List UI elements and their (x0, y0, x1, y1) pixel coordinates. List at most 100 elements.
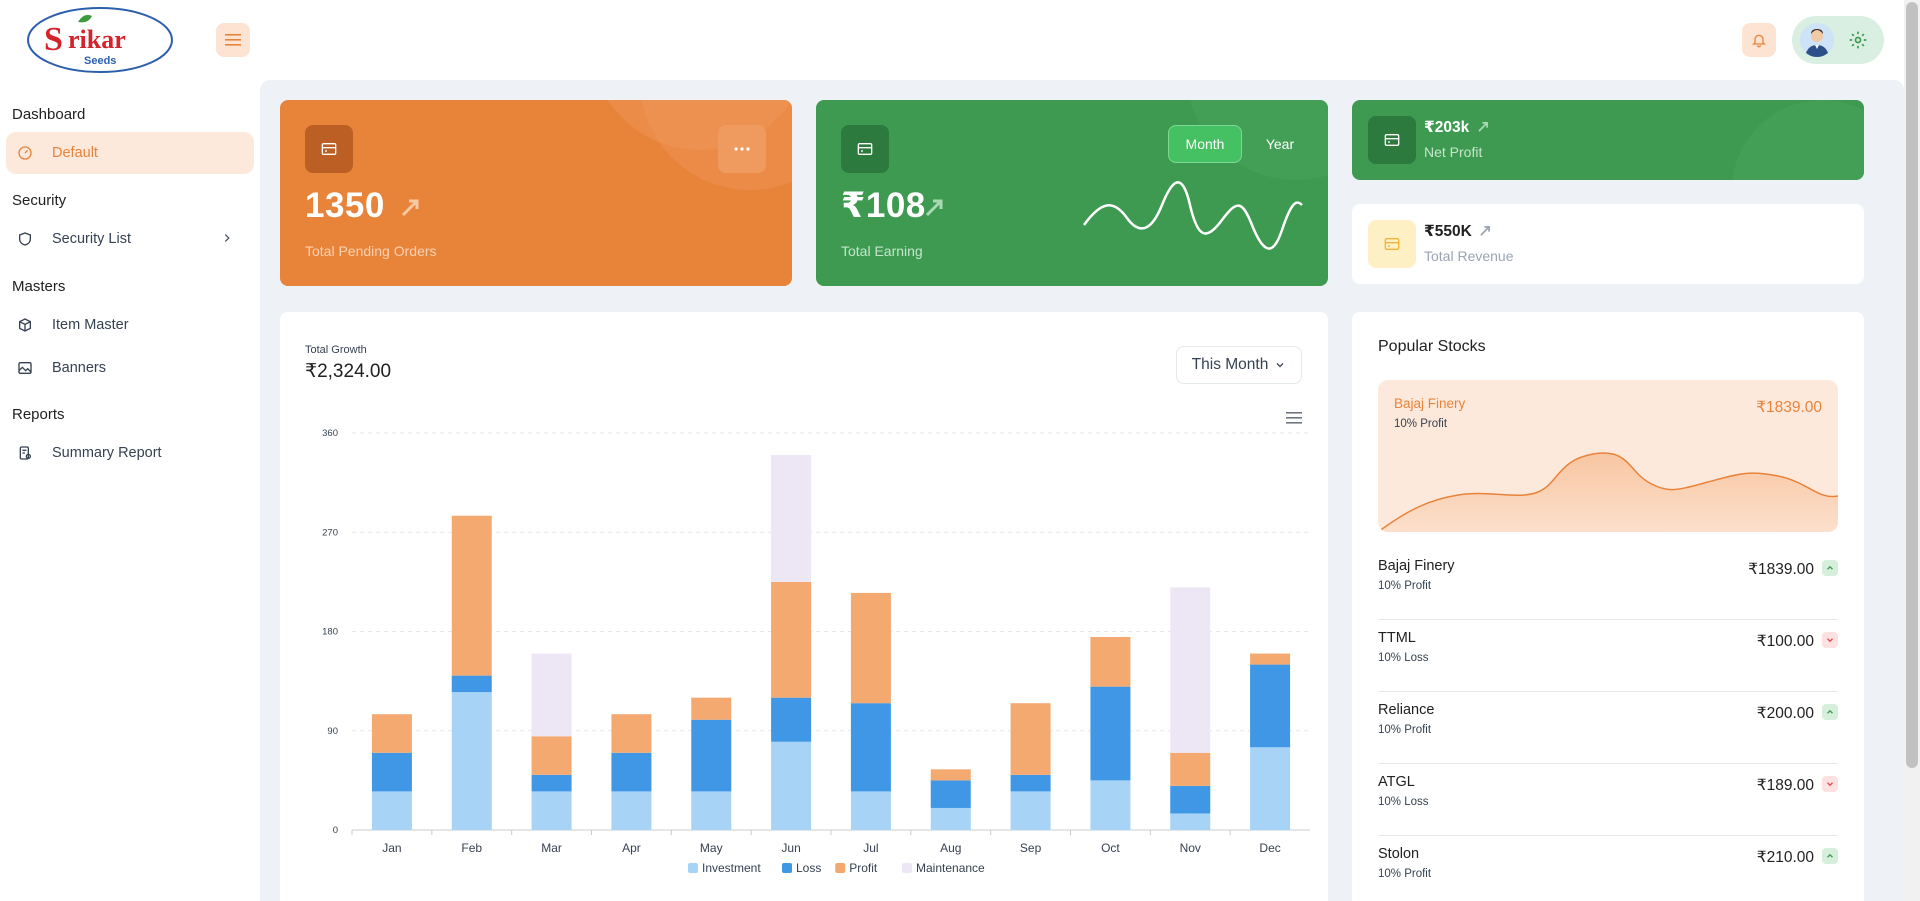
x-tick-label: Sep (1020, 841, 1042, 855)
bar-loss-dec (1250, 664, 1291, 748)
sidebar-item-item-master[interactable]: Item Master (6, 304, 254, 346)
stock-name: TTML (1378, 630, 1416, 646)
bar-loss-jun (771, 697, 812, 742)
stock-list-item[interactable]: Reliance 10% Profit ₹200.00 (1378, 692, 1838, 764)
trend-down-icon (1822, 632, 1838, 648)
sidebar-item-summary-report[interactable]: Summary Report (6, 432, 254, 474)
bar-investment-apr (611, 791, 652, 830)
total-earning-value: ₹108 (841, 186, 926, 225)
trend-arrow-icon (1480, 226, 1490, 236)
top-header: S rikar Seeds (0, 0, 1904, 80)
sidebar-item-label: Item Master (52, 317, 129, 333)
bar-loss-mar (531, 774, 572, 792)
stock-name: ATGL (1378, 774, 1415, 790)
bar-investment-aug (930, 807, 971, 830)
stock-list-item[interactable]: Stolon 10% Profit ₹210.00 (1378, 836, 1838, 901)
menu-toggle-button[interactable] (216, 23, 250, 57)
stock-name: Bajaj Finery (1378, 558, 1455, 574)
earning-sparkline (1082, 181, 1303, 250)
stocks-title: Popular Stocks (1378, 338, 1486, 355)
stock-sub: 10% Loss (1378, 652, 1429, 664)
bell-icon (1752, 34, 1766, 48)
trend-arrow-icon (1478, 122, 1488, 132)
x-tick-label: Aug (940, 841, 961, 855)
month-toggle-button[interactable]: Month (1168, 125, 1242, 163)
main-content: 1350 Total Pending Orders Month Year ₹10… (260, 80, 1904, 901)
legend-label: Investment (702, 861, 761, 875)
bar-investment-dec (1250, 747, 1291, 830)
legend-swatch (782, 863, 792, 873)
notifications-button[interactable] (1742, 23, 1776, 57)
featured-stock-card[interactable]: Bajaj Finery 10% Profit ₹1839.00 (1378, 380, 1838, 532)
popular-stocks-panel: Popular Stocks Bajaj Finery 10% Profit ₹… (1352, 312, 1864, 901)
y-tick-label: 0 (333, 825, 338, 836)
pending-orders-value: 1350 (305, 186, 385, 225)
settings-gear-icon[interactable] (1848, 30, 1868, 50)
stock-list-item[interactable]: TTML 10% Loss ₹100.00 (1378, 620, 1838, 692)
total-earning-label: Total Earning (841, 243, 923, 259)
bar-profit-feb (451, 515, 492, 676)
sidebar-item-banners[interactable]: Banners (6, 347, 254, 389)
sidebar-item-default[interactable]: Default (6, 132, 254, 174)
sidebar-item-security-list[interactable]: Security List (6, 218, 254, 260)
bar-investment-jun (771, 741, 812, 830)
net-profit-card: ₹203k Net Profit (1352, 100, 1864, 180)
stock-price: ₹210.00 (1756, 849, 1814, 866)
bar-loss-may (691, 719, 732, 792)
pending-orders-card: 1350 Total Pending Orders (280, 100, 792, 286)
credit-card-icon (1384, 134, 1400, 146)
featured-stock-sparkline (1378, 452, 1838, 532)
bar-loss-aug (930, 780, 971, 808)
bar-profit-jul (850, 592, 891, 704)
y-tick-label: 180 (322, 627, 338, 638)
stock-list-item[interactable]: Bajaj Finery 10% Profit ₹1839.00 (1378, 548, 1838, 620)
y-tick-label: 360 (322, 428, 338, 439)
sidebar-section-security: Security (12, 192, 67, 209)
card-decoration (1732, 100, 1864, 180)
x-tick-label: Nov (1180, 841, 1201, 855)
x-tick-label: Jun (781, 841, 800, 855)
chevron-right-icon (224, 234, 230, 242)
sidebar-item-label: Default (52, 145, 98, 161)
legend-swatch (688, 863, 698, 873)
bar-profit-oct (1090, 637, 1131, 687)
y-tick-label: 90 (327, 726, 338, 737)
bar-profit-mar (531, 736, 572, 775)
hamburger-icon (225, 34, 241, 46)
avatar[interactable] (1800, 23, 1834, 57)
page-scrollbar-thumb[interactable] (1906, 2, 1918, 768)
sidebar-section-reports: Reports (12, 406, 65, 423)
x-tick-label: Apr (622, 841, 641, 855)
bar-profit-jun (771, 581, 812, 698)
more-options-button[interactable] (718, 125, 766, 173)
bar-investment-oct (1090, 780, 1131, 830)
bar-loss-oct (1090, 686, 1131, 781)
trend-up-icon (1822, 848, 1838, 864)
featured-stock-name: Bajaj Finery (1394, 396, 1466, 411)
stock-list-item[interactable]: ATGL 10% Loss ₹189.00 (1378, 764, 1838, 836)
trend-up-icon (1822, 560, 1838, 576)
year-toggle-button[interactable]: Year (1248, 125, 1312, 163)
svg-text:S: S (44, 21, 63, 58)
srikar-seeds-logo[interactable]: S rikar Seeds (26, 6, 174, 74)
total-growth-panel: Total Growth ₹2,324.00 This Month 0 90 180… (280, 312, 1328, 901)
bar-investment-may (691, 791, 732, 830)
stock-price: ₹189.00 (1756, 777, 1814, 794)
stock-price: ₹200.00 (1756, 705, 1814, 722)
legend-label: Loss (796, 861, 821, 875)
legend-swatch (835, 863, 846, 873)
bar-loss-feb (451, 675, 492, 693)
card-icon (1368, 220, 1416, 268)
bar-profit-jan (371, 714, 412, 753)
stock-name: Stolon (1378, 846, 1420, 862)
net-profit-label: Net Profit (1424, 144, 1483, 160)
x-tick-label: Oct (1101, 841, 1120, 855)
credit-card-icon (857, 143, 873, 155)
total-revenue-value: ₹550K (1424, 223, 1472, 240)
box-icon (16, 316, 34, 334)
bar-loss-nov (1170, 785, 1211, 814)
net-profit-value: ₹203k (1424, 119, 1470, 136)
bar-loss-apr (611, 752, 652, 792)
bar-maintenance-mar (531, 653, 572, 737)
profile-menu[interactable] (1792, 16, 1884, 64)
